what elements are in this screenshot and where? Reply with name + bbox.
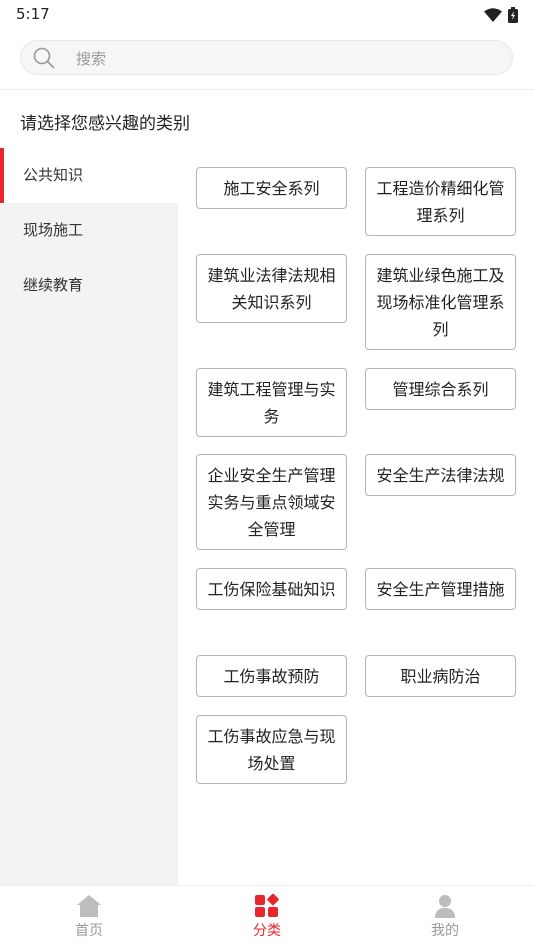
search-input[interactable]: 搜索 [20,40,513,75]
category-sidebar: 公共知识 现场施工 继续教育 [0,148,178,885]
category-button[interactable]: 安全生产管理措施 [365,568,516,610]
tab-category[interactable]: 分类 [217,894,317,940]
tab-label: 我的 [431,923,459,939]
category-button[interactable]: 工程造价精细化管理系列 [365,167,516,236]
status-icons [484,7,518,23]
category-button[interactable]: 工伤事故应急与现场处置 [196,715,347,784]
category-button[interactable]: 建筑业绿色施工及现场标准化管理系列 [365,254,516,350]
battery-icon [508,7,518,23]
status-time: 5:17 [16,5,50,23]
category-button[interactable]: 工伤保险基础知识 [196,568,347,610]
user-icon [435,895,455,918]
tab-mine[interactable]: 我的 [395,894,495,940]
search-icon [33,47,55,69]
category-button[interactable]: 施工安全系列 [196,167,347,209]
category-icon [255,894,279,917]
tab-label: 分类 [253,923,281,939]
category-button[interactable]: 建筑业法律法规相关知识系列 [196,254,347,323]
tab-home[interactable]: 首页 [39,894,139,940]
sidebar-item-label: 公共知识 [23,166,84,184]
home-icon [77,895,101,917]
tab-label: 首页 [75,923,103,939]
category-button[interactable]: 企业安全生产管理实务与重点领域安全管理 [196,454,347,550]
search-placeholder: 搜索 [76,50,107,68]
wifi-icon [484,8,502,22]
page-title: 请选择您感兴趣的类别 [20,114,190,134]
bottom-tab-bar: 首页 分类 我的 [0,885,534,950]
sidebar-item-public-knowledge[interactable]: 公共知识 [0,148,178,203]
sidebar-item-label: 继续教育 [23,276,84,294]
sidebar-item-site-construction[interactable]: 现场施工 [0,203,178,258]
status-bar: 5:17 [0,0,534,30]
sidebar-item-label: 现场施工 [23,221,84,239]
category-button[interactable]: 管理综合系列 [365,368,516,410]
sidebar-item-continuing-education[interactable]: 继续教育 [0,258,178,313]
category-button[interactable]: 安全生产法律法规 [365,454,516,496]
search-bar: 搜索 [0,30,534,90]
active-indicator [0,148,4,203]
category-button[interactable]: 工伤事故预防 [196,655,347,697]
category-button[interactable]: 职业病防治 [365,655,516,697]
category-button[interactable]: 建筑工程管理与实务 [196,368,347,437]
